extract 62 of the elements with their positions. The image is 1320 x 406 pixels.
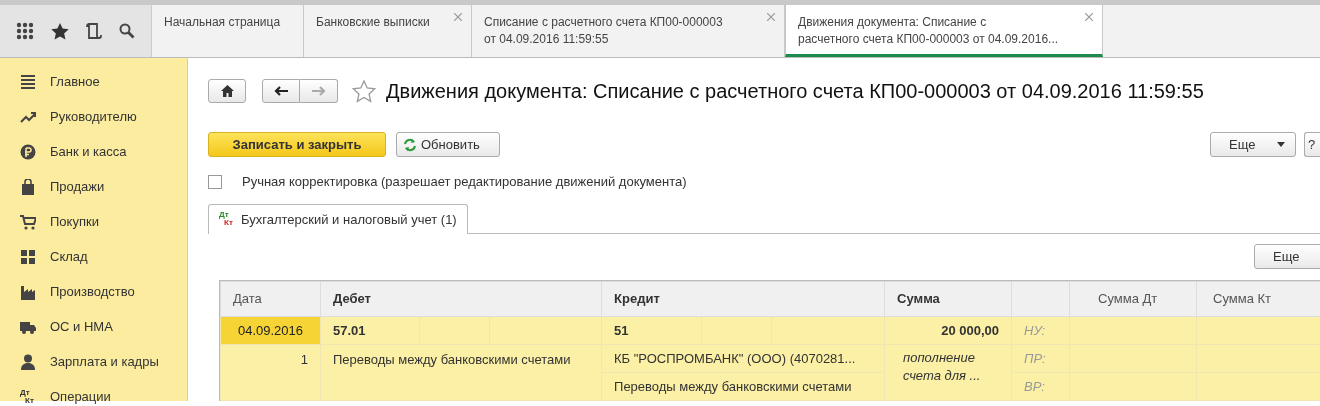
ruble-coin-icon — [20, 143, 36, 160]
forward-arrow-icon — [311, 86, 326, 96]
grid-icon — [20, 248, 36, 265]
sidebar-item[interactable]: Зарплата и кадры — [0, 344, 187, 379]
table-cell: 1 — [220, 344, 321, 401]
more-button[interactable]: Еще — [1210, 132, 1296, 157]
column-header: Сумма Дт — [1069, 281, 1197, 317]
sidebar-item[interactable]: Производство — [0, 274, 187, 309]
home-button[interactable] — [208, 79, 246, 103]
home-icon — [220, 85, 234, 97]
tab[interactable]: Движения документа: Списание с расчетного счета КП00-000003 от 04.09.2016... — [785, 5, 1103, 57]
column-header: Кредит — [601, 281, 885, 317]
factory-icon — [20, 283, 36, 300]
sidebar-item[interactable]: Банк и касса — [0, 134, 187, 169]
table-cell: Переводы между банковскими счетами — [320, 344, 602, 401]
table-cell: 51 — [601, 316, 702, 345]
favorite-star-icon[interactable] — [352, 79, 376, 103]
table-cell: НУ: — [1011, 316, 1070, 345]
table-cell: КБ "РОСПРОМБАНК" (ООО) (4070281... — [601, 344, 885, 373]
back-button[interactable] — [262, 79, 300, 103]
table-cell: 57.01 — [320, 316, 420, 345]
sidebar-item[interactable]: Главное — [0, 64, 187, 99]
checkbox[interactable] — [208, 174, 222, 189]
save-close-button[interactable]: Записать и закрыть — [208, 132, 386, 157]
table-cell: Переводы между банковскими счетами — [601, 372, 885, 401]
refresh-button[interactable]: Обновить — [396, 132, 500, 157]
debit-credit-icon: Дт Кт — [219, 211, 235, 228]
sidebar-item[interactable]: Покупки — [0, 204, 187, 239]
sidebar-item[interactable]: Дт Кт Операции — [0, 379, 187, 406]
table-cell: ВР: — [1011, 372, 1070, 401]
sidebar-item[interactable]: Руководителю — [0, 99, 187, 134]
refresh-icon — [403, 137, 417, 152]
sidebar-item[interactable]: ОС и НМА — [0, 309, 187, 344]
tab[interactable]: Банковские выписки — [304, 5, 472, 57]
sidebar-item[interactable]: Продажи — [0, 169, 187, 204]
caret-icon — [1277, 142, 1285, 147]
table-cell: 04.09.2016 — [220, 316, 321, 345]
back-arrow-icon — [274, 86, 288, 96]
star-icon[interactable] — [51, 22, 70, 40]
form-title: Движения документа: Списание с расчетного счета КП00-000003 от 04.09.2016 11:59:55 — [386, 79, 1204, 104]
column-header: Дебет — [320, 281, 602, 317]
debit-credit-icon: Дт Кт — [20, 388, 36, 405]
checkbox-label: Ручная корректировка (разрешает редактирование движений документа) — [242, 173, 687, 191]
apps-grid-icon[interactable] — [16, 22, 35, 40]
table-cell: 20 000,00 — [884, 316, 1012, 345]
table-cell: ПР: — [1011, 344, 1070, 373]
person-icon — [20, 353, 36, 370]
scroll-icon[interactable] — [85, 22, 102, 40]
column-header: Дата — [220, 281, 321, 317]
sidebar-item[interactable]: Склад — [0, 239, 187, 274]
tab[interactable]: Начальная страница — [152, 5, 304, 57]
table-cell: пополнение счета для ... — [884, 344, 1012, 401]
help-button[interactable]: ? — [1304, 132, 1320, 157]
column-header: Сумма — [884, 281, 1012, 317]
close-icon[interactable] — [1085, 13, 1093, 21]
list-icon — [20, 73, 36, 90]
column-header: Сумма Кт — [1196, 281, 1320, 317]
shopping-bag-icon — [20, 178, 36, 195]
more-button[interactable]: Еще — [1254, 244, 1320, 269]
search-icon[interactable] — [118, 23, 135, 39]
cart-icon — [20, 213, 36, 230]
tab[interactable]: Дт Кт Бухгалтерский и налоговый учет (1) — [208, 203, 468, 234]
